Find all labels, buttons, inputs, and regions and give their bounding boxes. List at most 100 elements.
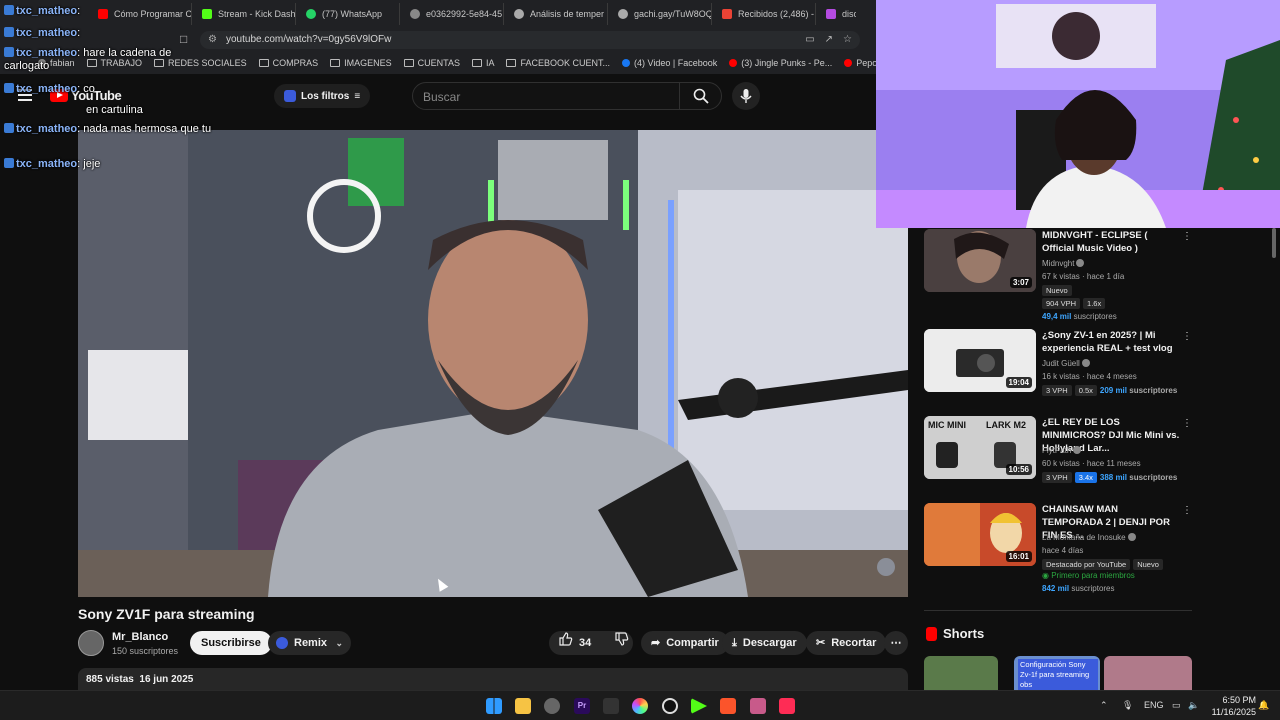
browser-tab[interactable]: discor bbox=[816, 3, 856, 25]
clip-button[interactable]: ✂ Recortar bbox=[806, 631, 887, 655]
short-thumbnail[interactable] bbox=[1104, 656, 1192, 690]
recommendation-item[interactable]: 19:04 ¿Sony ZV-1 en 2025? | Mi experienc… bbox=[924, 329, 1194, 409]
youtube-tab-icon bbox=[98, 9, 108, 19]
site-info-icon[interactable]: ⚙ bbox=[208, 31, 217, 49]
settings-icon[interactable] bbox=[544, 698, 560, 714]
notification-bell-icon[interactable]: 🔔 bbox=[1258, 700, 1269, 711]
recommendation-item[interactable]: 3:07 MIDNVGHT - ECLIPSE ( Official Music… bbox=[924, 229, 1194, 324]
youtube-logo[interactable]: YouTube bbox=[50, 88, 122, 103]
short-thumbnail[interactable]: Configuración Sony Zv-1f para streaming … bbox=[1014, 656, 1100, 690]
bookmark-folder[interactable]: IA bbox=[471, 58, 494, 68]
recommendation-item[interactable]: 16:01 CHAINSAW MAN TEMPORADA 2 | DENJI P… bbox=[924, 503, 1194, 598]
like-button[interactable] bbox=[559, 631, 573, 655]
windows-start-icon[interactable] bbox=[486, 698, 502, 714]
tag-row: Destacado por YouTube Nuevo bbox=[1042, 559, 1166, 570]
bookmark-folder[interactable]: IMAGENES bbox=[330, 58, 392, 68]
more-vert-icon[interactable]: ⋮ bbox=[1182, 505, 1192, 516]
chevron-up-icon[interactable]: ⌃ bbox=[1100, 700, 1108, 711]
video-player[interactable] bbox=[78, 130, 908, 597]
kick-icon[interactable] bbox=[691, 698, 707, 714]
bookmark-folder[interactable]: CUENTAS bbox=[403, 58, 460, 68]
windows-taskbar: Pr ⌃ 🎙 ENG ▭ 🔈 6:50 PM 11/16/2025 🔔 bbox=[0, 690, 1280, 720]
short-thumbnail[interactable] bbox=[924, 656, 998, 690]
vph-badge: 904 VPH bbox=[1042, 298, 1081, 309]
search-button[interactable] bbox=[679, 83, 721, 109]
video-stats: 67 k vistas · hace 1 día bbox=[1042, 272, 1125, 281]
channel-name[interactable]: Midnvght bbox=[1042, 259, 1085, 268]
download-button[interactable]: ⤓ Descargar bbox=[722, 631, 807, 655]
video-title[interactable]: ¿Sony ZV-1 en 2025? | Mi experiencia REA… bbox=[1042, 329, 1180, 355]
folder-icon bbox=[154, 59, 165, 67]
youtube-icon bbox=[729, 59, 738, 67]
premiere-icon[interactable]: Pr bbox=[574, 698, 590, 714]
browser-app-icon[interactable] bbox=[750, 698, 766, 714]
ratio-badge: 3.4x bbox=[1074, 472, 1097, 483]
epic-games-icon[interactable] bbox=[603, 698, 619, 714]
share-page-icon[interactable]: ↗ bbox=[825, 31, 833, 49]
bookmark-youtube[interactable]: (3) Jingle Punks - Pe... bbox=[729, 58, 832, 68]
video-thumbnail[interactable]: 3:07 bbox=[924, 229, 1036, 292]
channel-name[interactable]: La Montaña de Inosuke bbox=[1042, 533, 1136, 542]
bookmark-folder[interactable]: COMPRAS bbox=[258, 58, 318, 68]
more-actions-button[interactable]: ⋯ bbox=[884, 631, 908, 655]
bookmark-folder[interactable]: FACEBOOK CUENT... bbox=[506, 58, 610, 68]
share-button[interactable]: ➦ Compartir bbox=[641, 631, 729, 655]
channel-name[interactable]: FlytPath bbox=[1042, 446, 1082, 455]
browser-tab[interactable]: e0362992-5e84-45 bbox=[400, 3, 504, 25]
volume-icon[interactable]: 🔈 bbox=[1188, 700, 1199, 711]
remix-button[interactable]: Remix ⌄ bbox=[268, 631, 352, 655]
language-indicator[interactable]: ENG bbox=[1144, 700, 1164, 710]
cast-icon[interactable]: ▭ bbox=[805, 31, 814, 49]
star-icon[interactable]: ☆ bbox=[843, 31, 852, 49]
subscribe-button[interactable]: Suscribirse bbox=[190, 631, 272, 655]
video-thumbnail[interactable]: MIC MINI LARK M2 10:56 bbox=[924, 416, 1036, 479]
video-duration: 19:04 bbox=[1005, 377, 1032, 388]
file-explorer-icon[interactable] bbox=[515, 698, 531, 714]
browser-tab[interactable]: Análisis de temper bbox=[504, 3, 608, 25]
bookmark-folder[interactable]: TRABAJO bbox=[86, 58, 142, 68]
browser-tab[interactable]: Stream - Kick Dash bbox=[192, 3, 296, 25]
channel-avatar[interactable] bbox=[78, 630, 104, 656]
browser-tab[interactable]: Recibidos (2,486) - bbox=[712, 3, 816, 25]
brave-icon[interactable] bbox=[720, 698, 736, 714]
address-bar-row: □ ⚙ youtube.com/watch?v=0gy56V9lOFw ▭ ↗ … bbox=[0, 28, 876, 52]
folder-icon bbox=[86, 59, 97, 67]
new-badge: Nuevo bbox=[1042, 285, 1072, 296]
channel-name[interactable]: Judit Güell bbox=[1042, 359, 1090, 368]
more-vert-icon[interactable]: ⋮ bbox=[1182, 231, 1192, 242]
address-bar[interactable]: ⚙ youtube.com/watch?v=0gy56V9lOFw ▭ ↗ ☆ bbox=[200, 31, 860, 49]
bookmark-icon[interactable]: □ bbox=[180, 32, 187, 46]
menu-icon[interactable] bbox=[18, 89, 32, 104]
tiktok-icon[interactable] bbox=[779, 698, 795, 714]
video-thumbnail[interactable]: 19:04 bbox=[924, 329, 1036, 392]
color-app-icon[interactable] bbox=[632, 698, 648, 714]
clock-date: 11/16/2025 bbox=[1211, 707, 1256, 717]
more-vert-icon[interactable]: ⋮ bbox=[1182, 331, 1192, 342]
video-thumbnail[interactable]: 16:01 bbox=[924, 503, 1036, 566]
voice-search-button[interactable] bbox=[732, 82, 760, 110]
channel-name[interactable]: Mr_Blanco bbox=[112, 631, 168, 643]
chat-badge-icon bbox=[4, 123, 14, 133]
browser-tab[interactable]: gachi.gay/TuW8OQ bbox=[608, 3, 712, 25]
bookmark-youtube[interactable]: Pepo x @kazu.oficia... bbox=[844, 58, 876, 68]
dislike-button[interactable] bbox=[615, 631, 629, 655]
obs-icon[interactable] bbox=[662, 698, 678, 714]
channel-subscribers: 388 mil suscriptores bbox=[1099, 473, 1178, 482]
search-box[interactable]: Buscar bbox=[412, 82, 722, 110]
streamer-webcam bbox=[876, 0, 1280, 228]
bookmark-facebook[interactable]: (4) Video | Facebook bbox=[622, 58, 717, 68]
sidebar-scrollbar[interactable] bbox=[1272, 228, 1276, 258]
more-vert-icon[interactable]: ⋮ bbox=[1182, 418, 1192, 429]
clock[interactable]: 6:50 PM 11/16/2025 bbox=[1206, 694, 1256, 718]
browser-tab[interactable]: (77) WhatsApp bbox=[296, 3, 400, 25]
microphone-icon[interactable]: 🎙 bbox=[1122, 700, 1133, 711]
subscriber-count: 150 suscriptores bbox=[112, 646, 179, 656]
recommendation-item[interactable]: MIC MINI LARK M2 10:56 ¿EL REY DE LOS MI… bbox=[924, 416, 1194, 496]
video-title[interactable]: MIDNVGHT - ECLIPSE ( Official Music Vide… bbox=[1042, 229, 1180, 255]
filters-button[interactable]: Los filtros ≡ bbox=[274, 84, 371, 108]
bookmark-folder[interactable]: REDES SOCIALES bbox=[154, 58, 247, 68]
microphone-icon bbox=[740, 89, 752, 103]
bookmark-fabian[interactable]: fabian bbox=[38, 58, 75, 68]
network-icon[interactable]: ▭ bbox=[1172, 700, 1181, 711]
browser-tab[interactable]: Cómo Programar C bbox=[88, 3, 192, 25]
